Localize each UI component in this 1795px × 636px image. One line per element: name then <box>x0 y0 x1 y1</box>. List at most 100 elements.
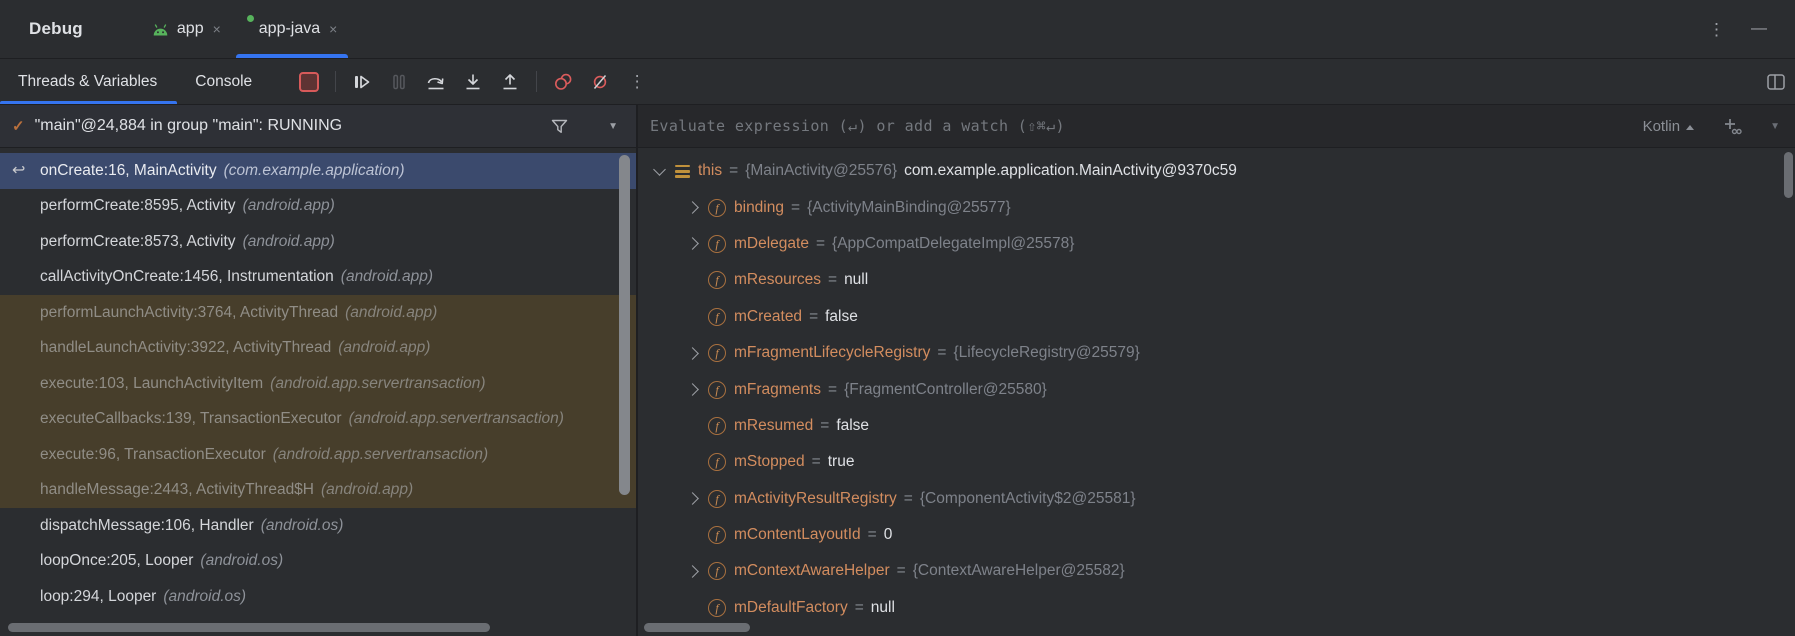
field-icon: f <box>708 417 726 435</box>
frames-vertical-scrollbar[interactable] <box>619 155 630 495</box>
step-out-button[interactable] <box>499 71 521 93</box>
mute-breakpoints-icon <box>591 73 609 91</box>
stack-frame[interactable]: loop:294, Looper(android.os) <box>0 579 636 615</box>
add-watch-button[interactable] <box>1722 117 1742 135</box>
close-icon[interactable]: × <box>213 22 221 36</box>
variable-row[interactable]: this={MainActivity@25576}com.example.app… <box>650 153 1795 189</box>
step-over-button[interactable] <box>425 71 447 93</box>
variable-row[interactable]: fmDelegate={AppCompatDelegateImpl@25578} <box>650 226 1795 262</box>
resume-button[interactable] <box>351 71 373 93</box>
variable-row[interactable]: fmDefaultFactory=null <box>650 590 1795 626</box>
more-actions-icon[interactable]: ⋮ <box>626 71 648 93</box>
language-label: Kotlin <box>1643 118 1681 135</box>
variable-reference: {AppCompatDelegateImpl@25578} <box>832 235 1074 253</box>
frame-package: (android.app.servertransaction) <box>273 446 488 464</box>
stack-frame[interactable]: ↩onCreate:16, MainActivity(com.example.a… <box>0 153 636 189</box>
expand-toggle[interactable] <box>650 169 669 174</box>
view-breakpoints-button[interactable] <box>552 71 574 93</box>
stack-frame[interactable]: execute:96, TransactionExecutor(android.… <box>0 437 636 473</box>
stack-frame[interactable]: handleMessage:2443, ActivityThread$H (and… <box>0 473 636 509</box>
close-icon[interactable]: × <box>329 22 337 36</box>
variable-name: mDefaultFactory <box>734 599 848 617</box>
step-into-icon <box>464 73 482 91</box>
stack-frame[interactable]: execute:103, LaunchActivityItem(android.… <box>0 366 636 402</box>
session-tabs: app × app-java × <box>139 0 350 58</box>
separator <box>335 71 336 92</box>
stack-frame[interactable]: performCreate:8595, Activity(android.app… <box>0 189 636 225</box>
variables-tree: this={MainActivity@25576}com.example.app… <box>638 148 1795 636</box>
variable-row[interactable]: fmStopped=true <box>650 444 1795 480</box>
frame-package: (android.app) <box>338 339 430 357</box>
mute-breakpoints-button[interactable] <box>589 71 611 93</box>
variable-name: mResources <box>734 271 821 289</box>
step-into-button[interactable] <box>462 71 484 93</box>
variables-vertical-scrollbar[interactable] <box>1784 152 1793 198</box>
frames-horizontal-scrollbar[interactable] <box>8 623 490 632</box>
chevron-down-icon[interactable]: ▼ <box>608 121 618 132</box>
variable-row[interactable]: fmContentLayoutId=0 <box>650 517 1795 553</box>
variable-name: mCreated <box>734 308 802 326</box>
language-selector[interactable]: Kotlin <box>1643 118 1695 135</box>
equals-sign: = <box>816 235 825 253</box>
expand-toggle[interactable] <box>683 349 702 358</box>
variable-row[interactable]: fmFragments={FragmentController@25580} <box>650 371 1795 407</box>
stack-frame[interactable]: performCreate:8573, Activity(android.app… <box>0 224 636 260</box>
stop-button[interactable] <box>298 71 320 93</box>
titlebar-actions: ⋮ — <box>1708 21 1767 38</box>
variable-name: binding <box>734 199 784 217</box>
variable-row[interactable]: fmFragmentLifecycleRegistry={LifecycleRe… <box>650 335 1795 371</box>
chevron-right-icon <box>686 347 699 360</box>
layout-settings-button[interactable] <box>1765 71 1787 93</box>
evaluate-expression-input[interactable]: Evaluate expression (↵) or add a watch (… <box>650 117 1065 135</box>
tab-app-java[interactable]: app-java × <box>234 0 351 58</box>
stack-frame[interactable]: callActivityOnCreate:1456, Instrumentati… <box>0 260 636 296</box>
chevron-right-icon <box>686 492 699 505</box>
stack-frame[interactable]: performLaunchActivity:3764, ActivityThre… <box>0 295 636 331</box>
variable-name: this <box>698 162 722 180</box>
return-arrow-icon: ↩ <box>12 160 25 180</box>
chevron-right-icon <box>686 238 699 251</box>
tab-console[interactable]: Console <box>177 59 272 104</box>
equals-sign: = <box>904 490 913 508</box>
filter-icon[interactable] <box>551 119 568 134</box>
expand-toggle[interactable] <box>683 494 702 503</box>
frame-package: (android.app) <box>321 481 413 499</box>
pause-icon <box>392 74 406 90</box>
stack-frame[interactable]: executeCallbacks:139, TransactionExecuto… <box>0 402 636 438</box>
thread-status-icon: ✓ <box>12 117 25 135</box>
stack-frame[interactable]: dispatchMessage:106, Handler(android.os) <box>0 508 636 544</box>
variable-row[interactable]: fmActivityResultRegistry={ComponentActiv… <box>650 481 1795 517</box>
tab-app[interactable]: app × <box>139 0 234 58</box>
variable-row[interactable]: fmResumed=false <box>650 408 1795 444</box>
chevron-down-icon[interactable]: ▼ <box>1770 121 1780 132</box>
variable-value: null <box>844 271 868 289</box>
variable-row[interactable]: fmCreated=false <box>650 299 1795 335</box>
expand-toggle[interactable] <box>683 385 702 394</box>
frame-method: performCreate:8573, Activity <box>40 233 236 251</box>
equals-sign: = <box>729 162 738 180</box>
stack-frame[interactable]: loopOnce:205, Looper(android.os) <box>0 544 636 580</box>
variable-row[interactable]: fmContextAwareHelper={ContextAwareHelper… <box>650 553 1795 589</box>
equals-sign: = <box>868 526 877 544</box>
variables-horizontal-scrollbar[interactable] <box>644 623 750 632</box>
pause-button[interactable] <box>388 71 410 93</box>
minimize-icon[interactable]: — <box>1751 21 1767 37</box>
variable-reference: {ActivityMainBinding@25577} <box>807 199 1011 217</box>
modified-dot-icon <box>247 15 254 22</box>
thread-selector[interactable]: ✓ "main"@24,884 in group "main": RUNNING… <box>0 105 636 148</box>
frame-method: handleMessage:2443, ActivityThread$H <box>40 481 314 499</box>
expand-toggle[interactable] <box>683 567 702 576</box>
stack-frame[interactable]: handleLaunchActivity:3922, ActivityThrea… <box>0 331 636 367</box>
more-options-icon[interactable]: ⋮ <box>1708 21 1725 38</box>
frame-package: (android.app) <box>341 268 433 286</box>
titlebar: Debug app × app-java × <box>0 0 1795 59</box>
field-icon: f <box>708 526 726 544</box>
expand-toggle[interactable] <box>683 239 702 248</box>
tab-threads-variables[interactable]: Threads & Variables <box>0 59 177 104</box>
variable-row[interactable]: fbinding={ActivityMainBinding@25577} <box>650 189 1795 225</box>
expand-toggle[interactable] <box>683 203 702 212</box>
field-icon: f <box>708 199 726 217</box>
variable-row[interactable]: fmResources=null <box>650 262 1795 298</box>
variable-value: false <box>836 417 869 435</box>
frame-method: execute:103, LaunchActivityItem <box>40 375 263 393</box>
